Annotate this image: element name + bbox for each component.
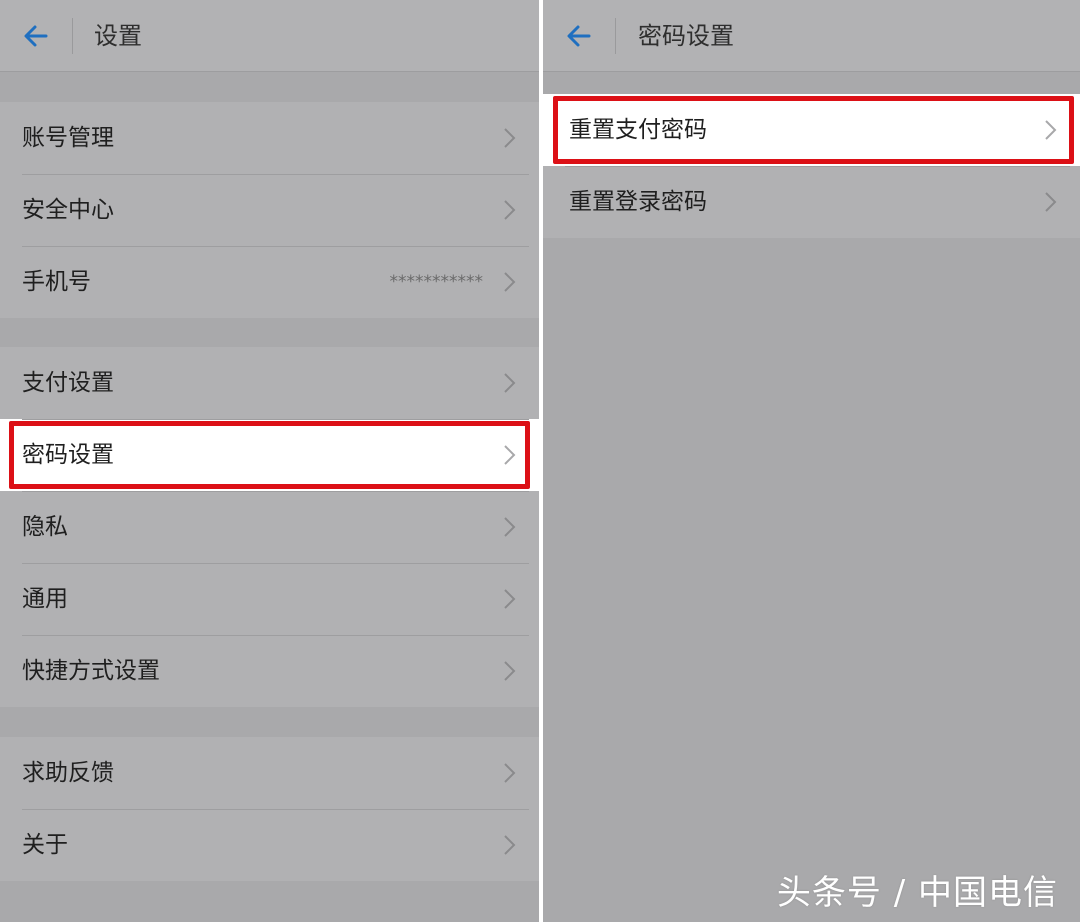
arrow-left-icon bbox=[567, 25, 591, 47]
back-button[interactable] bbox=[16, 18, 56, 54]
header-divider bbox=[615, 18, 616, 54]
settings-item-label: 通用 bbox=[22, 586, 68, 612]
settings-item-shortcut-settings[interactable]: 快捷方式设置 bbox=[0, 635, 539, 707]
settings-item-help-feedback[interactable]: 求助反馈 bbox=[0, 737, 539, 809]
settings-item-phone[interactable]: 手机号 *********** bbox=[0, 246, 539, 318]
chevron-right-icon bbox=[503, 516, 517, 538]
arrow-left-icon bbox=[24, 25, 48, 47]
settings-item-label: 支付设置 bbox=[22, 370, 114, 396]
watermark: 头条号 / 中国电信 bbox=[776, 873, 1058, 913]
settings-item-label: 快捷方式设置 bbox=[22, 658, 160, 684]
settings-item-label: 账号管理 bbox=[22, 125, 114, 151]
chevron-right-icon bbox=[503, 660, 517, 682]
settings-item-password-settings[interactable]: 密码设置 bbox=[0, 419, 539, 491]
chevron-right-icon bbox=[503, 588, 517, 610]
chevron-right-icon bbox=[503, 444, 517, 466]
password-settings-header: 密码设置 bbox=[543, 0, 1080, 72]
settings-item-privacy[interactable]: 隐私 bbox=[0, 491, 539, 563]
reset-login-password-item[interactable]: 重置登录密码 bbox=[543, 166, 1080, 238]
settings-item-label: 密码设置 bbox=[22, 442, 114, 468]
password-settings-panel: 密码设置 重置支付密码 重置登录密码 头条号 / 中国电信 bbox=[543, 0, 1080, 922]
settings-header: 设置 bbox=[0, 0, 539, 72]
chevron-right-icon bbox=[503, 372, 517, 394]
back-button[interactable] bbox=[559, 18, 599, 54]
settings-group-account: 账号管理 安全中心 手机号 *********** bbox=[0, 102, 539, 318]
settings-item-account-management[interactable]: 账号管理 bbox=[0, 102, 539, 174]
settings-item-label: 关于 bbox=[22, 832, 68, 858]
settings-item-about[interactable]: 关于 bbox=[0, 809, 539, 881]
page-title: 密码设置 bbox=[638, 22, 734, 50]
settings-item-label: 隐私 bbox=[22, 514, 68, 540]
phone-number-masked: *********** bbox=[389, 272, 484, 292]
header-divider bbox=[72, 18, 73, 54]
settings-group-general: 支付设置 密码设置 隐私 通用 快捷方式设置 bbox=[0, 347, 539, 707]
chevron-right-icon bbox=[1044, 191, 1058, 213]
settings-item-label: 重置登录密码 bbox=[569, 189, 707, 215]
chevron-right-icon bbox=[503, 762, 517, 784]
settings-item-general[interactable]: 通用 bbox=[0, 563, 539, 635]
page-title: 设置 bbox=[94, 22, 142, 50]
chevron-right-icon bbox=[503, 271, 517, 293]
settings-item-label: 重置支付密码 bbox=[569, 117, 707, 143]
settings-group-help: 求助反馈 关于 bbox=[0, 737, 539, 881]
settings-panel: 设置 账号管理 安全中心 手机号 *********** 支付设置 密码设置 隐… bbox=[0, 0, 539, 922]
password-options-group: 重置支付密码 重置登录密码 bbox=[543, 94, 1080, 238]
chevron-right-icon bbox=[503, 834, 517, 856]
settings-item-security-center[interactable]: 安全中心 bbox=[0, 174, 539, 246]
chevron-right-icon bbox=[503, 127, 517, 149]
chevron-right-icon bbox=[1044, 119, 1058, 141]
settings-item-payment-settings[interactable]: 支付设置 bbox=[0, 347, 539, 419]
settings-item-label: 安全中心 bbox=[22, 197, 114, 223]
settings-item-label: 求助反馈 bbox=[22, 760, 114, 786]
settings-item-label: 手机号 bbox=[22, 269, 91, 295]
reset-payment-password-item[interactable]: 重置支付密码 bbox=[543, 94, 1080, 166]
chevron-right-icon bbox=[503, 199, 517, 221]
